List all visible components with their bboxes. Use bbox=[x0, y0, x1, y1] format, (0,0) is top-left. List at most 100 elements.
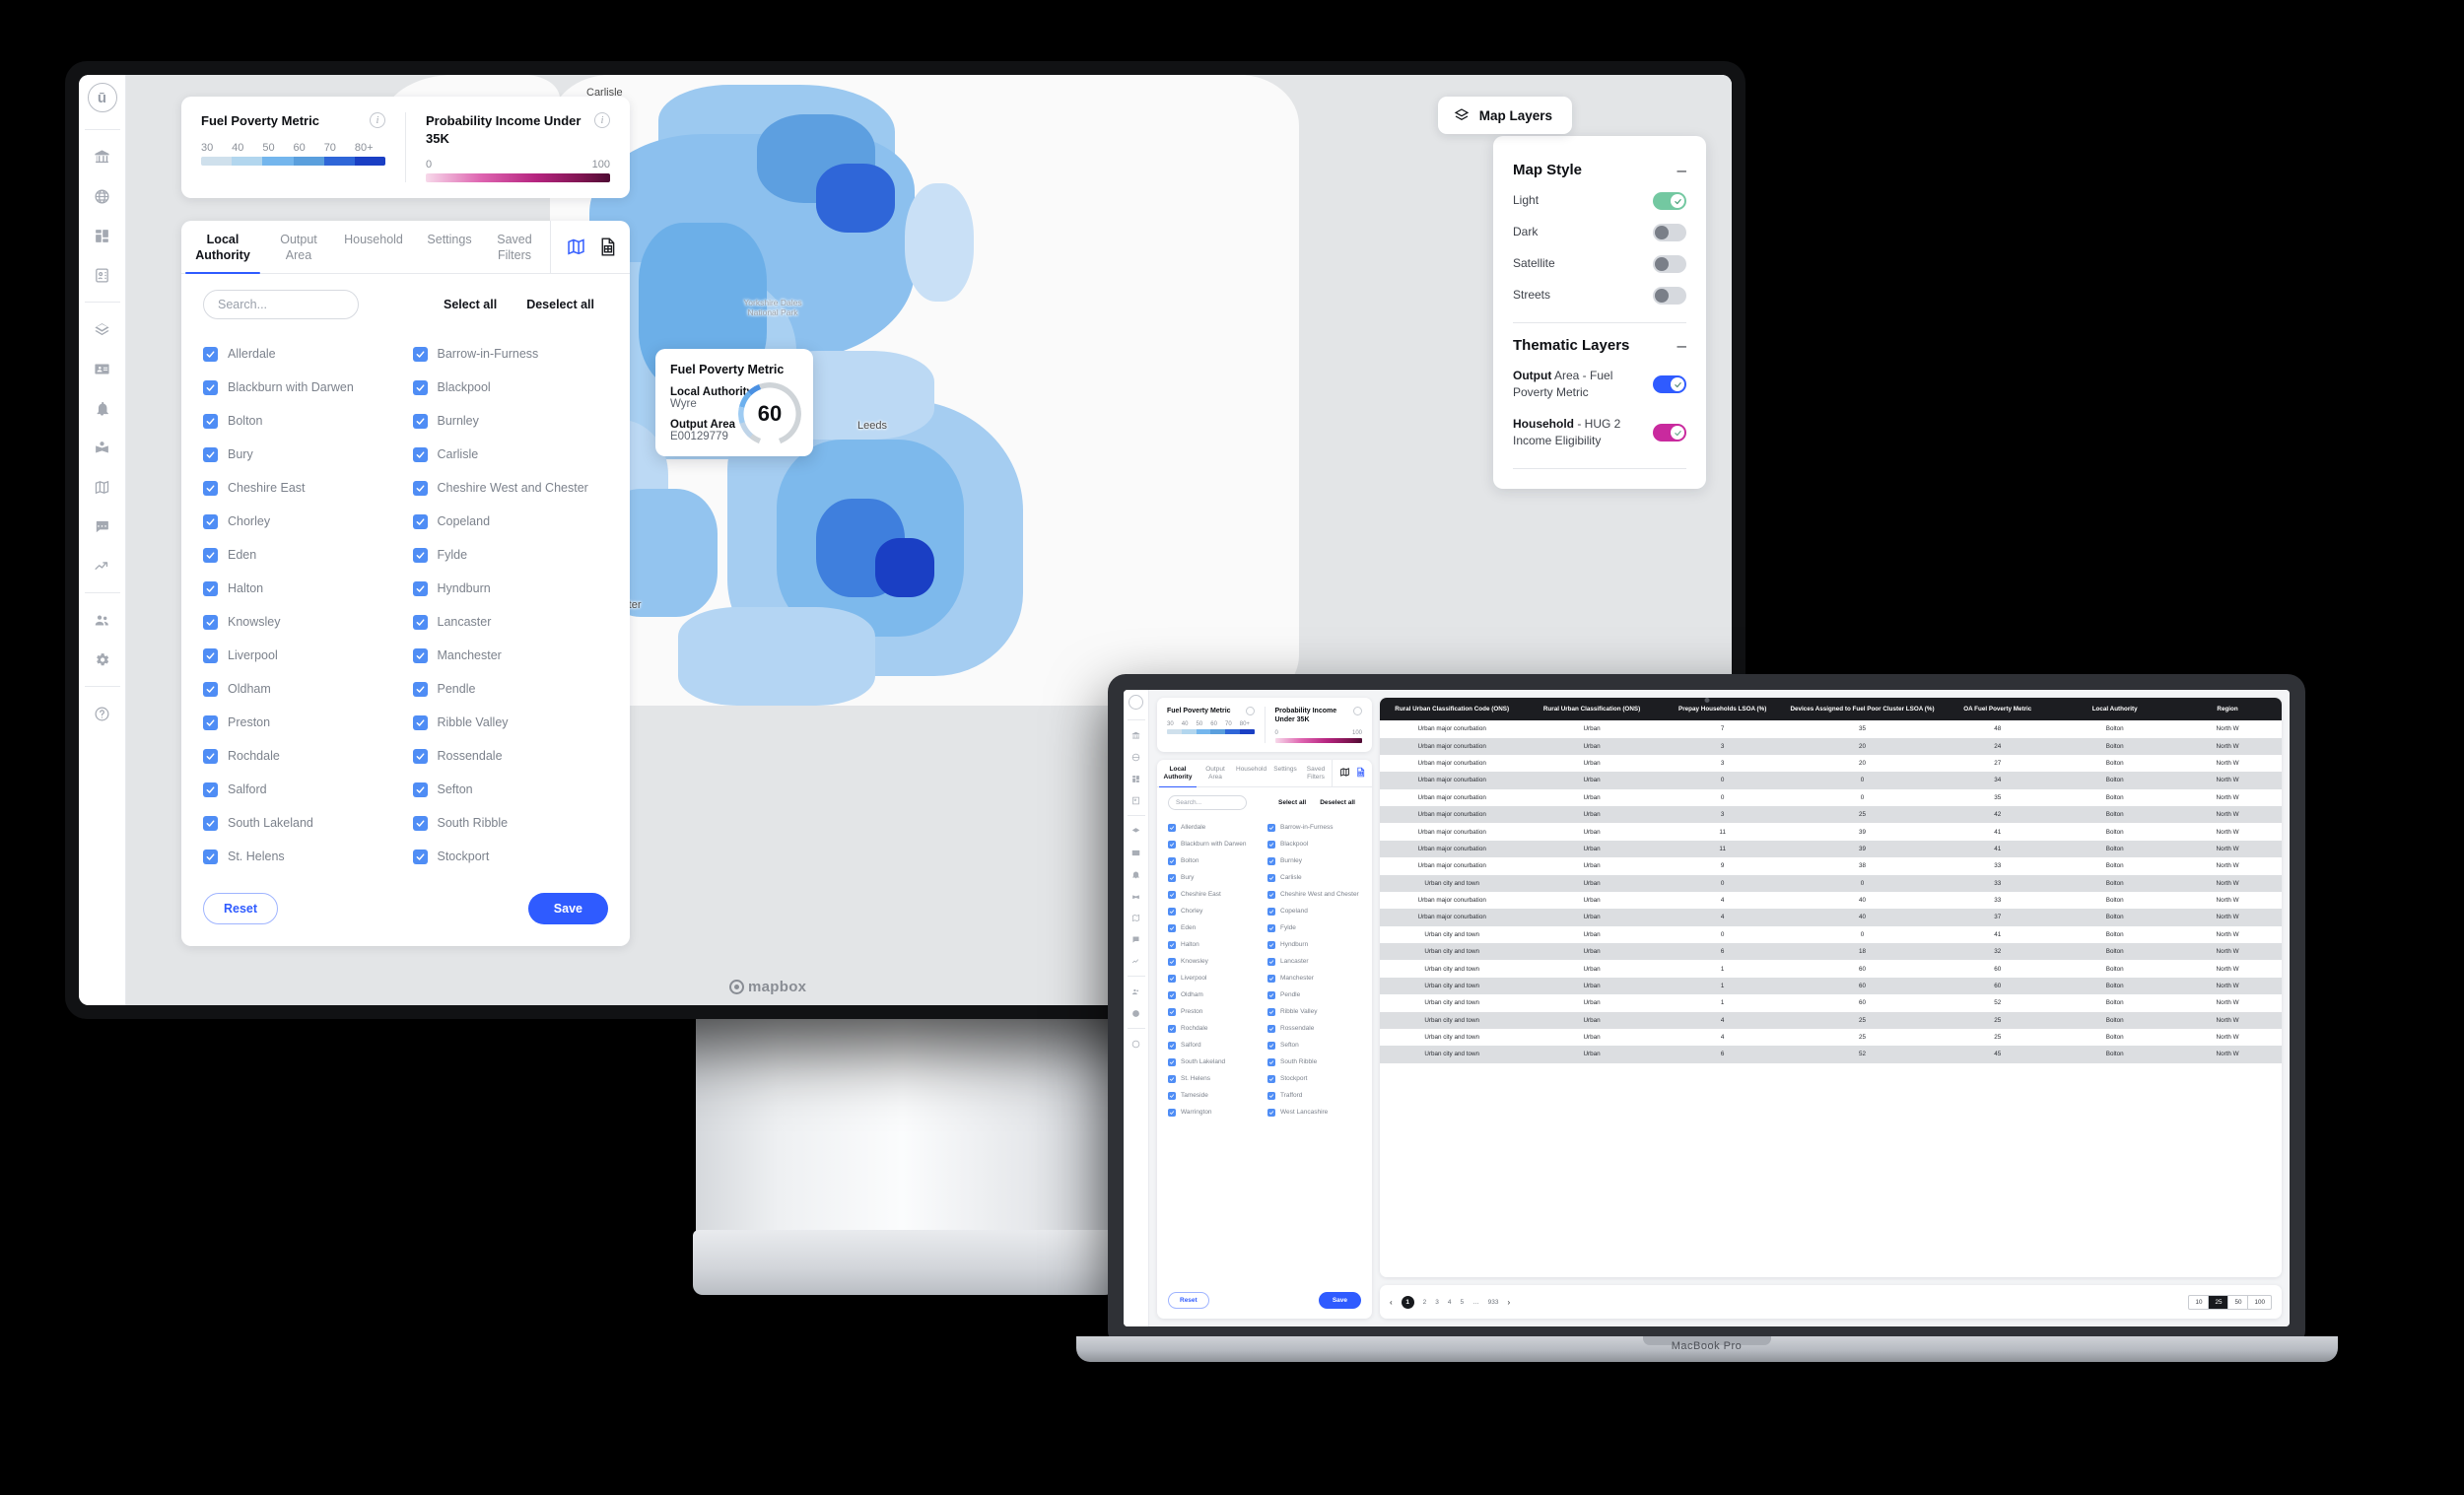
save-button[interactable]: Save bbox=[527, 893, 608, 925]
checkbox-checked-icon[interactable] bbox=[1168, 856, 1176, 865]
table-view-icon[interactable] bbox=[1355, 765, 1366, 782]
authority-checkbox-row[interactable]: Stockport bbox=[412, 840, 609, 873]
map-style-row[interactable]: Dark bbox=[1513, 224, 1686, 241]
checkbox-checked-icon[interactable] bbox=[203, 413, 218, 429]
map-view-icon[interactable] bbox=[1339, 765, 1350, 782]
book-icon[interactable] bbox=[1128, 887, 1145, 905]
checkbox-checked-icon[interactable] bbox=[412, 714, 428, 730]
authority-checkbox-row[interactable]: Manchester bbox=[412, 639, 609, 672]
authority-checkbox-row[interactable]: South Ribble bbox=[1267, 1053, 1361, 1070]
checkbox-checked-icon[interactable] bbox=[203, 781, 218, 797]
authority-checkbox-row[interactable]: Cheshire East bbox=[203, 471, 399, 505]
authority-checkbox-row[interactable]: Barrow-in-Furness bbox=[412, 337, 609, 371]
checkbox-checked-icon[interactable] bbox=[1168, 840, 1176, 849]
authority-checkbox-row[interactable]: Hyndburn bbox=[1267, 936, 1361, 953]
tab-household[interactable]: Household bbox=[1232, 760, 1269, 786]
info-icon[interactable] bbox=[1353, 707, 1362, 715]
checkbox-checked-icon[interactable] bbox=[412, 849, 428, 864]
map-style-row[interactable]: Streets bbox=[1513, 287, 1686, 305]
authority-checkbox-row[interactable]: Halton bbox=[1168, 936, 1262, 953]
checkbox-checked-icon[interactable] bbox=[1168, 1041, 1176, 1050]
authority-checkbox-row[interactable]: Eden bbox=[1168, 919, 1262, 936]
authority-checkbox-row[interactable]: Eden bbox=[203, 538, 399, 572]
grid-icon[interactable] bbox=[1128, 770, 1145, 787]
bell-icon[interactable] bbox=[1128, 865, 1145, 883]
authority-checkbox-row[interactable]: Sefton bbox=[1267, 1037, 1361, 1053]
authority-checkbox-row[interactable]: Sefton bbox=[412, 773, 609, 806]
checkbox-checked-icon[interactable] bbox=[1168, 1024, 1176, 1033]
users-icon[interactable] bbox=[1128, 983, 1145, 1000]
table-row[interactable]: Urban major conurbation Urban 9 38 33 Bolton N… bbox=[1380, 857, 2282, 875]
checkbox-checked-icon[interactable] bbox=[203, 513, 218, 529]
app-logo[interactable] bbox=[1129, 695, 1143, 710]
checkbox-checked-icon[interactable] bbox=[412, 446, 428, 462]
authority-checkbox-row[interactable]: Preston bbox=[1168, 1003, 1262, 1020]
authority-checkbox-row[interactable]: Cheshire East bbox=[1168, 886, 1262, 903]
checkbox-checked-icon[interactable] bbox=[1267, 823, 1275, 832]
checkbox-checked-icon[interactable] bbox=[1168, 940, 1176, 949]
authority-checkbox-row[interactable]: Copeland bbox=[1267, 903, 1361, 919]
checkbox-checked-icon[interactable] bbox=[1267, 1007, 1275, 1016]
authority-checkbox-row[interactable]: Manchester bbox=[1267, 970, 1361, 986]
table-row[interactable]: Urban major conurbation Urban 3 25 42 Bolton N… bbox=[1380, 806, 2282, 824]
info-icon[interactable] bbox=[1245, 707, 1255, 715]
authority-checkbox-row[interactable]: Liverpool bbox=[203, 639, 399, 672]
map-style-row[interactable]: Satellite bbox=[1513, 255, 1686, 273]
table-row[interactable]: Urban major conurbation Urban 3 20 27 Bolton N… bbox=[1380, 754, 2282, 773]
authority-checkbox-row[interactable]: Burnley bbox=[1267, 852, 1361, 869]
table-column-header[interactable]: Devices Assigned to Fuel Poor Cluster LS… bbox=[1785, 698, 1940, 721]
checkbox-checked-icon[interactable] bbox=[1168, 890, 1176, 899]
globe-icon[interactable] bbox=[1128, 748, 1145, 766]
table-row[interactable]: Urban city and town Urban 6 18 32 Bolton North… bbox=[1380, 943, 2282, 961]
layers-icon[interactable] bbox=[1128, 822, 1145, 840]
table-row[interactable]: Urban major conurbation Urban 3 20 24 Bolton N… bbox=[1380, 737, 2282, 755]
authority-checkbox-row[interactable]: Burnley bbox=[412, 404, 609, 438]
authority-checkbox-row[interactable]: Rochdale bbox=[1168, 1020, 1262, 1037]
tab-local-authority[interactable]: Local Authority bbox=[1157, 760, 1198, 788]
table-column-header[interactable]: Rural Urban Classification Code (ONS) bbox=[1380, 698, 1525, 721]
collapse-icon[interactable]: – bbox=[1677, 162, 1686, 178]
authority-checkbox-row[interactable]: Stockport bbox=[1267, 1070, 1361, 1087]
checkbox-checked-icon[interactable] bbox=[412, 547, 428, 563]
map-style-toggle[interactable] bbox=[1653, 287, 1686, 305]
table-row[interactable]: Urban major conurbation Urban 11 39 41 Bolton… bbox=[1380, 823, 2282, 841]
authority-checkbox-row[interactable]: Halton bbox=[203, 572, 399, 605]
authority-checkbox-row[interactable]: Fylde bbox=[412, 538, 609, 572]
checkbox-checked-icon[interactable] bbox=[412, 580, 428, 596]
checkbox-checked-icon[interactable] bbox=[203, 480, 218, 496]
authority-checkbox-row[interactable]: Blackpool bbox=[1267, 836, 1361, 852]
address-book-icon[interactable] bbox=[86, 258, 119, 292]
table-row[interactable]: Urban city and town Urban 4 25 25 Bolton North… bbox=[1380, 1028, 2282, 1047]
authority-checkbox-row[interactable]: Barrow-in-Furness bbox=[1267, 819, 1361, 836]
table-row[interactable]: Urban major conurbation Urban 4 40 33 Bolton N… bbox=[1380, 891, 2282, 910]
checkbox-checked-icon[interactable] bbox=[1168, 923, 1176, 932]
checkbox-checked-icon[interactable] bbox=[1267, 1091, 1275, 1100]
authority-checkbox-row[interactable]: Liverpool bbox=[1168, 970, 1262, 986]
map-style-toggle[interactable] bbox=[1653, 255, 1686, 273]
pagination-page[interactable]: 2 bbox=[1423, 1299, 1427, 1306]
checkbox-checked-icon[interactable] bbox=[1267, 957, 1275, 966]
pagination-page[interactable]: 4 bbox=[1448, 1299, 1452, 1306]
authority-checkbox-row[interactable]: Blackburn with Darwen bbox=[1168, 836, 1262, 852]
authority-checkbox-row[interactable]: Pendle bbox=[412, 672, 609, 706]
search-input[interactable]: Search... bbox=[203, 290, 359, 320]
pagination-page[interactable]: 5 bbox=[1461, 1299, 1465, 1306]
info-icon[interactable]: i bbox=[594, 112, 610, 128]
authority-checkbox-row[interactable]: Copeland bbox=[412, 505, 609, 538]
reset-button[interactable]: Reset bbox=[203, 893, 279, 925]
authority-checkbox-row[interactable]: Carlisle bbox=[1267, 869, 1361, 886]
pagination-next[interactable]: › bbox=[1508, 1298, 1511, 1307]
select-all-button[interactable]: Select all bbox=[1278, 799, 1306, 806]
chat-icon[interactable] bbox=[1128, 930, 1145, 948]
gear-icon[interactable] bbox=[86, 643, 119, 676]
checkbox-checked-icon[interactable] bbox=[203, 748, 218, 764]
authority-checkbox-row[interactable]: Preston bbox=[203, 706, 399, 739]
tab-saved-filters[interactable]: Saved Filters bbox=[485, 221, 544, 273]
gear-icon[interactable] bbox=[1128, 1004, 1145, 1022]
search-input[interactable]: Search... bbox=[1168, 795, 1247, 811]
globe-icon[interactable] bbox=[86, 179, 119, 213]
checkbox-checked-icon[interactable] bbox=[203, 815, 218, 831]
checkbox-checked-icon[interactable] bbox=[1168, 1057, 1176, 1066]
bank-icon[interactable] bbox=[86, 140, 119, 173]
checkbox-checked-icon[interactable] bbox=[1168, 957, 1176, 966]
